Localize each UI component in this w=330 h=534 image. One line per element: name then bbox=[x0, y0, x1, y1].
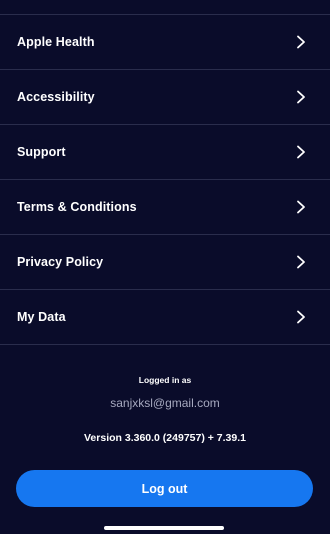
settings-item-support[interactable]: Support bbox=[0, 125, 330, 180]
settings-item-terms-conditions[interactable]: Terms & Conditions bbox=[0, 180, 330, 235]
home-indicator[interactable] bbox=[104, 526, 224, 530]
chevron-right-icon bbox=[297, 90, 305, 104]
settings-item-privacy-policy[interactable]: Privacy Policy bbox=[0, 235, 330, 290]
app-version: Version 3.360.0 (249757) + 7.39.1 bbox=[84, 432, 246, 444]
settings-item-label: Terms & Conditions bbox=[17, 200, 137, 214]
chevron-right-icon bbox=[297, 145, 305, 159]
settings-item-accessibility[interactable]: Accessibility bbox=[0, 70, 330, 125]
logged-in-label: Logged in as bbox=[138, 375, 192, 385]
chevron-right-icon bbox=[297, 35, 305, 49]
settings-item-label: Privacy Policy bbox=[17, 255, 104, 269]
chevron-right-icon bbox=[297, 200, 305, 214]
settings-item-label: My Data bbox=[17, 310, 66, 324]
account-email: sanjxksl@gmail.com bbox=[110, 396, 220, 410]
settings-item-label: Accessibility bbox=[17, 90, 95, 104]
chevron-right-icon bbox=[297, 255, 305, 269]
chevron-right-icon bbox=[297, 310, 305, 324]
settings-item-label: Apple Health bbox=[17, 35, 95, 49]
settings-item-label: Support bbox=[17, 145, 66, 159]
logout-button[interactable]: Log out bbox=[16, 470, 313, 507]
settings-item-apple-health[interactable]: Apple Health bbox=[0, 15, 330, 70]
settings-list: Apple Health Accessibility Support Terms… bbox=[0, 15, 330, 345]
settings-item-my-data[interactable]: My Data bbox=[0, 290, 330, 345]
